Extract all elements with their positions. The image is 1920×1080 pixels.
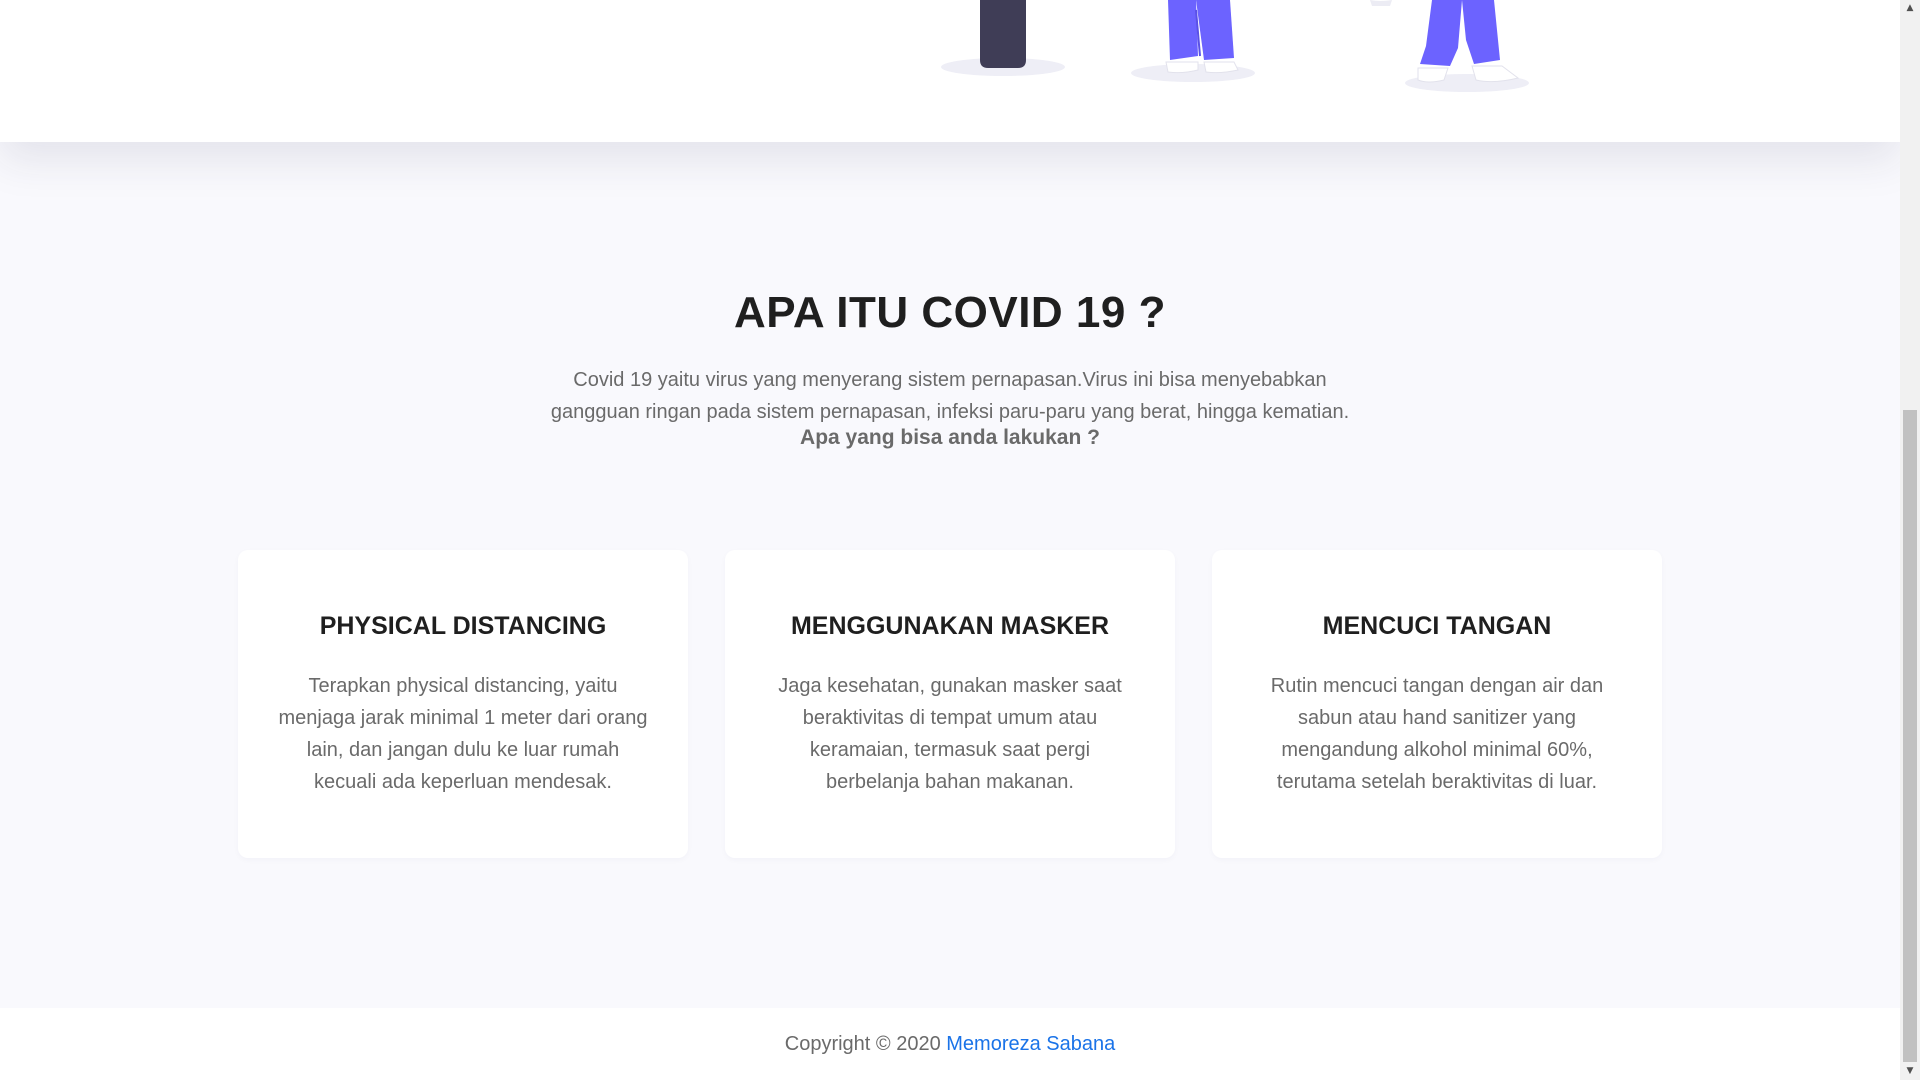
card-physical-distancing: PHYSICAL DISTANCING Terapkan physical di… xyxy=(238,550,688,858)
person-1-legs xyxy=(980,0,1026,68)
card-text: Jaga kesehatan, gunakan masker saat bera… xyxy=(778,675,1122,793)
footer-copyright: Copyright © 2020 Memoreza Sabana xyxy=(0,1033,1900,1056)
card-text: Terapkan physical distancing, yaitu menj… xyxy=(278,675,648,793)
person-2-left-shoe xyxy=(1165,61,1199,74)
person-2-right-leg xyxy=(1196,0,1234,60)
card-title: MENGGUNAKAN MASKER xyxy=(790,612,1110,640)
person-3-left-leg xyxy=(1420,0,1462,66)
page-viewport: APA ITU COVID 19 ? Covid 19 yaitu virus … xyxy=(0,0,1900,1080)
person-3-right-shoe xyxy=(1471,65,1520,83)
person-3-right-leg xyxy=(1462,0,1500,64)
section-title: APA ITU COVID 19 ? xyxy=(734,288,1166,337)
hero-illustration xyxy=(941,0,1529,92)
person-2-left-leg xyxy=(1168,0,1198,60)
person-2-right-shoe xyxy=(1203,61,1239,74)
hero-section xyxy=(0,0,1900,142)
author-link[interactable]: Memoreza Sabana xyxy=(946,1033,1115,1055)
card-menggunakan-masker: MENGGUNAKAN MASKER Jaga kesehatan, gunak… xyxy=(725,550,1175,858)
card-title: PHYSICAL DISTANCING xyxy=(319,612,607,640)
card-title: MENCUCI TANGAN xyxy=(1322,612,1552,640)
footer: Copyright © 2020 Memoreza Sabana xyxy=(0,1008,1900,1080)
copyright-text: Copyright © 2020 xyxy=(784,1033,941,1055)
section-description: Covid 19 yaitu virus yang menyerang sist… xyxy=(550,369,1350,423)
triangle-down-icon[interactable]: ▼ xyxy=(1900,1063,1920,1080)
section-question: Apa yang bisa anda lakukan ? xyxy=(800,426,1100,449)
person-3-left-shoe xyxy=(1417,67,1449,83)
vertical-scrollbar[interactable]: ▲ ▼ xyxy=(1900,0,1920,1080)
card-text: Rutin mencuci tangan dengan air dan sabu… xyxy=(1270,675,1604,793)
card-mencuci-tangan: MENCUCI TANGAN Rutin mencuci tangan deng… xyxy=(1212,550,1662,858)
triangle-up-icon[interactable]: ▲ xyxy=(1900,0,1920,17)
about-covid-section: APA ITU COVID 19 ? Covid 19 yaitu virus … xyxy=(0,142,1900,1008)
person-3-coat xyxy=(1370,0,1392,6)
scrollbar-thumb[interactable] xyxy=(1903,410,1917,1062)
